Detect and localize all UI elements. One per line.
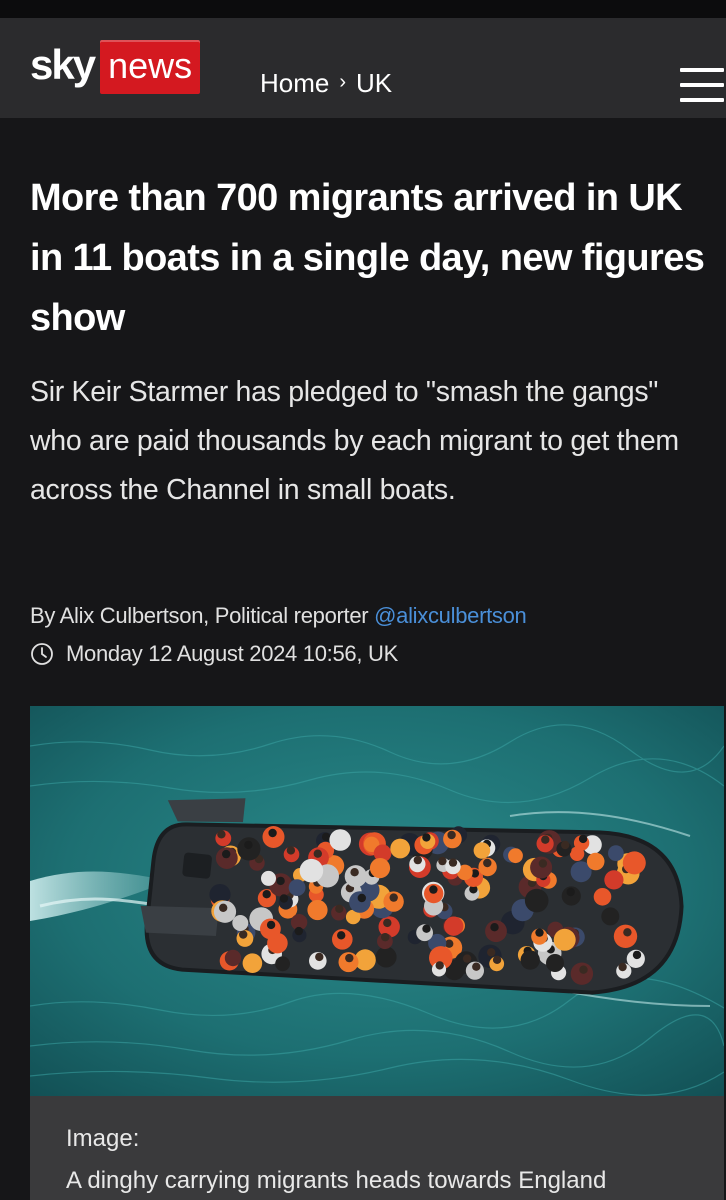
article-date: Monday 12 August 2024 10:56, UK <box>66 641 398 666</box>
status-bar <box>0 0 726 18</box>
article-byline: By Alix Culbertson, Political reporter @… <box>30 602 720 630</box>
breadcrumb: Home › UK <box>260 70 392 96</box>
article-dateline: Monday 12 August 2024 10:56, UK <box>30 640 720 668</box>
menu-bar-bottom <box>680 98 724 102</box>
caption-text: A dinghy carrying migrants heads towards… <box>66 1167 607 1194</box>
menu-bar-top <box>680 68 724 72</box>
caption-label: Image: <box>66 1125 140 1152</box>
logo-news-text: news <box>100 40 201 94</box>
hamburger-menu-icon[interactable] <box>680 68 724 104</box>
clock-icon <box>31 643 53 665</box>
sky-news-logo[interactable]: sky news <box>30 40 201 94</box>
logo-sky-text: sky <box>30 41 96 88</box>
breadcrumb-home-link[interactable]: Home <box>260 70 329 96</box>
byline-author: By Alix Culbertson, Political reporter <box>30 603 369 628</box>
breadcrumb-uk-link[interactable]: UK <box>356 70 392 96</box>
article-hero-image[interactable] <box>30 706 724 1096</box>
author-twitter-link[interactable]: @alixculbertson <box>374 603 527 628</box>
chevron-right-icon: › <box>339 71 347 93</box>
dinghy-photo <box>30 706 724 1096</box>
article-standfirst: Sir Keir Starmer has pledged to "smash t… <box>30 376 679 506</box>
article-headline: More than 700 migrants arrived in UK in … <box>30 177 705 339</box>
menu-bar-middle <box>680 83 724 87</box>
image-caption: Image: A dinghy carrying migrants heads … <box>30 1096 724 1200</box>
site-header: sky news Home › UK <box>0 18 726 118</box>
